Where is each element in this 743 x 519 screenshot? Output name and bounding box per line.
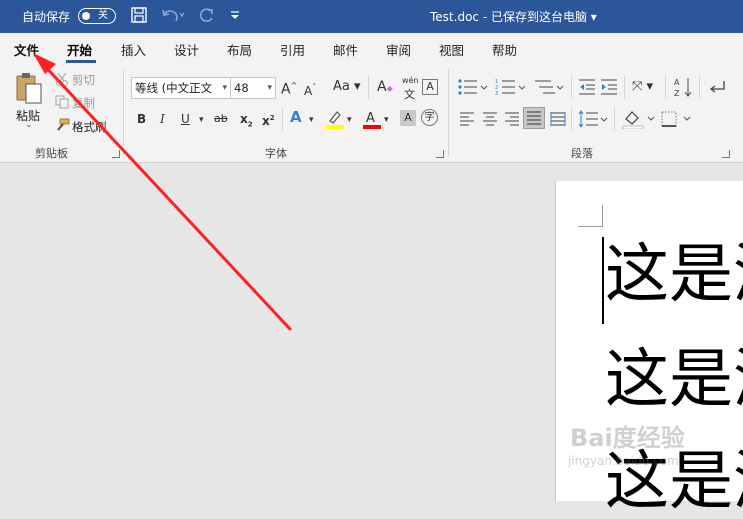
annotation-arrow — [33, 53, 292, 331]
